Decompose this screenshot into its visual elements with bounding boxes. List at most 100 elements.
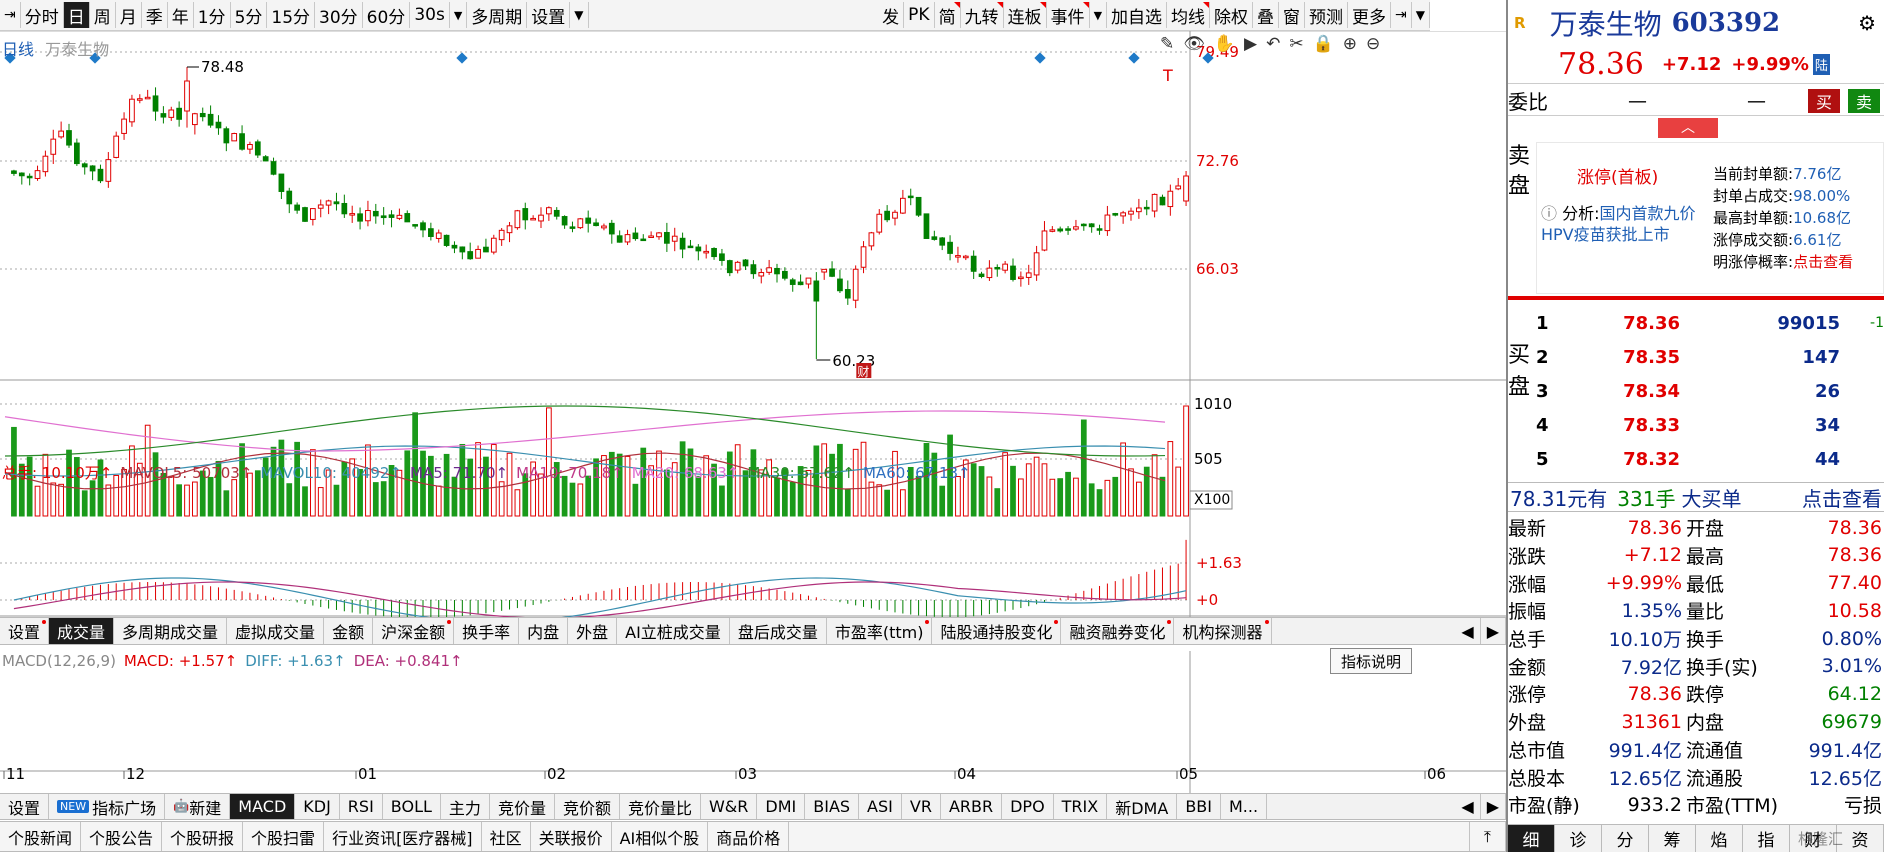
settings-icon[interactable]: ⚙: [1858, 11, 1876, 35]
quote-tab-2[interactable]: 分: [1602, 825, 1649, 852]
period-tab-13[interactable]: 设置: [527, 2, 571, 28]
bottom-tab-1[interactable]: NEW 指标广场: [49, 794, 166, 819]
toolbar-right-6[interactable]: 加自选: [1107, 2, 1168, 28]
period-tab-8[interactable]: 15分: [267, 2, 316, 28]
quote-tab-7[interactable]: 资: [1837, 825, 1884, 852]
indicator-tab-1[interactable]: 成交量: [49, 618, 115, 644]
bottom-tab-17[interactable]: DPO: [1002, 794, 1054, 819]
quote-tab-5[interactable]: 指: [1743, 825, 1790, 852]
buy-button[interactable]: 买: [1807, 88, 1840, 113]
indicator-tab-12[interactable]: 陆股通持股变化: [932, 618, 1062, 644]
toolbar-right-3[interactable]: 九转: [961, 2, 1004, 28]
toolbar-right-2[interactable]: 简: [935, 2, 961, 28]
indicator-tab-8[interactable]: 外盘: [568, 618, 618, 644]
toolbar-right-12[interactable]: 更多: [1348, 2, 1392, 28]
lock-icon[interactable]: 🔒: [1313, 34, 1334, 54]
quote-tab-3[interactable]: 筹: [1649, 825, 1696, 852]
bottom-tab-7[interactable]: 主力: [441, 794, 490, 819]
news-tab-4[interactable]: 行业资讯[医疗器械]: [324, 822, 482, 851]
bottom-tab-16[interactable]: ARBR: [941, 794, 1003, 819]
news-tab-6[interactable]: 关联报价: [531, 822, 612, 851]
bottom-tab-0[interactable]: 设置: [0, 794, 50, 819]
period-tab-7[interactable]: 5分: [231, 2, 268, 28]
scissors-icon[interactable]: ✂: [1289, 34, 1303, 54]
period-tab-1[interactable]: 日: [63, 2, 90, 28]
toolbar-right-7[interactable]: 均线: [1167, 2, 1211, 28]
indicator-tab-14[interactable]: 机构探测器: [1174, 618, 1272, 644]
bottom-tab-8[interactable]: 竞价量: [490, 794, 555, 819]
period-tab-4[interactable]: 季: [142, 2, 168, 28]
toolbar-right-8[interactable]: 除权: [1210, 2, 1254, 28]
btm-scroll-right-icon[interactable]: ▶: [1481, 794, 1506, 819]
news-tab-5[interactable]: 社区: [482, 822, 531, 851]
news-tab-1[interactable]: 个股公告: [81, 822, 163, 851]
toolbar-right-5[interactable]: 事件: [1047, 2, 1090, 28]
news-tab-0[interactable]: 个股新闻: [0, 822, 82, 851]
bottom-tab-3[interactable]: MACD: [230, 794, 296, 819]
bottom-tab-10[interactable]: 竞价量比: [620, 794, 701, 819]
scroll-left-icon[interactable]: ◀: [1455, 618, 1481, 644]
indicator-tab-11[interactable]: 市盈率(ttm): [827, 618, 933, 644]
indicator-tab-0[interactable]: 设置: [0, 618, 50, 644]
period-tab-11[interactable]: 30s: [410, 2, 450, 28]
bottom-tab-14[interactable]: ASI: [859, 794, 902, 819]
bottom-tab-11[interactable]: W&R: [701, 794, 758, 819]
toolbar-more-dropdown-icon[interactable]: ▼: [1412, 2, 1430, 28]
undo-icon[interactable]: ↶: [1266, 34, 1280, 54]
toolbar-right-0[interactable]: 发: [878, 2, 905, 28]
period-tab-0[interactable]: 分时: [21, 2, 64, 28]
bottom-tab-13[interactable]: BIAS: [805, 794, 860, 819]
indicator-tab-9[interactable]: AI立桩成交量: [617, 618, 730, 644]
quote-tab-0[interactable]: 细: [1508, 825, 1555, 852]
indicator-tab-6[interactable]: 换手率: [454, 618, 520, 644]
buy-order-row[interactable]: 2 78.35 147: [1536, 340, 1884, 374]
bottom-tab-4[interactable]: KDJ: [295, 794, 340, 819]
period-tab-6[interactable]: 1分: [194, 2, 231, 28]
seal-info-value[interactable]: 点击查看: [1793, 253, 1853, 271]
candlestick-chart[interactable]: 79.4972.7666.031010505X100+1.63+0-1.5911…: [0, 31, 1506, 811]
bigorder-link[interactable]: 点击查看: [1802, 483, 1882, 512]
buy-order-row[interactable]: 4 78.33 34: [1536, 408, 1884, 442]
toolbar-right-9[interactable]: 叠: [1253, 2, 1280, 28]
news-tab-3[interactable]: 个股扫雷: [243, 822, 325, 851]
period-tab-9[interactable]: 30分: [315, 2, 363, 28]
zoom-out-icon[interactable]: ⊖: [1366, 34, 1380, 54]
bottom-tab-2[interactable]: 🤖 新建: [165, 794, 231, 819]
indicator-tab-13[interactable]: 融资融券变化: [1061, 618, 1175, 644]
bottom-tab-12[interactable]: DMI: [757, 794, 806, 819]
bottom-tab-9[interactable]: 竞价额: [555, 794, 620, 819]
sell-button[interactable]: 卖: [1847, 88, 1880, 113]
toolbar-right-1[interactable]: PK: [904, 2, 935, 28]
btm-scroll-left-icon[interactable]: ◀: [1455, 794, 1481, 819]
bottom-tab-19[interactable]: 新DMA: [1107, 794, 1178, 819]
hand-icon[interactable]: ✋: [1214, 34, 1235, 54]
bottom-tab-6[interactable]: BOLL: [383, 794, 441, 819]
toolbar-menu-icon[interactable]: ⇥: [0, 2, 21, 28]
collapse-caret-icon[interactable]: ︿: [1658, 118, 1718, 138]
toolbar-right-11[interactable]: 预测: [1305, 2, 1349, 28]
bottom-tab-21[interactable]: M...: [1221, 794, 1268, 819]
buy-order-row[interactable]: 1 78.36 99015 -1: [1536, 306, 1884, 340]
toolbar-collapse-icon[interactable]: ⇥: [1391, 2, 1412, 28]
bottom-tab-15[interactable]: VR: [902, 794, 941, 819]
period-tab-10[interactable]: 60分: [363, 2, 411, 28]
collapse-up-icon[interactable]: ⤒: [1468, 822, 1506, 851]
toolbar-dropdown-icon[interactable]: ▼: [570, 2, 589, 28]
period-tab-5[interactable]: 年: [168, 2, 194, 28]
indicator-tab-2[interactable]: 多周期成交量: [114, 618, 228, 644]
indicator-tab-3[interactable]: 虚拟成交量: [227, 618, 325, 644]
bottom-tab-18[interactable]: TRIX: [1054, 794, 1108, 819]
period-dropdown-icon[interactable]: ▼: [450, 2, 468, 28]
buy-order-row[interactable]: 5 78.32 44: [1536, 442, 1884, 476]
period-tab-3[interactable]: 月: [116, 2, 142, 28]
bottom-tab-5[interactable]: RSI: [340, 794, 383, 819]
news-tab-2[interactable]: 个股研报: [162, 822, 244, 851]
eye-icon[interactable]: 👁: [1183, 34, 1205, 54]
indicator-tab-7[interactable]: 内盘: [519, 618, 569, 644]
news-tab-7[interactable]: AI相似个股: [612, 822, 709, 851]
scroll-right-icon[interactable]: ▶: [1481, 618, 1506, 644]
zoom-in-icon[interactable]: ⊕: [1343, 34, 1357, 54]
indicator-tab-4[interactable]: 金额: [324, 618, 374, 644]
indicator-tab-5[interactable]: 沪深金额: [373, 618, 455, 644]
buy-order-row[interactable]: 3 78.34 26: [1536, 374, 1884, 408]
